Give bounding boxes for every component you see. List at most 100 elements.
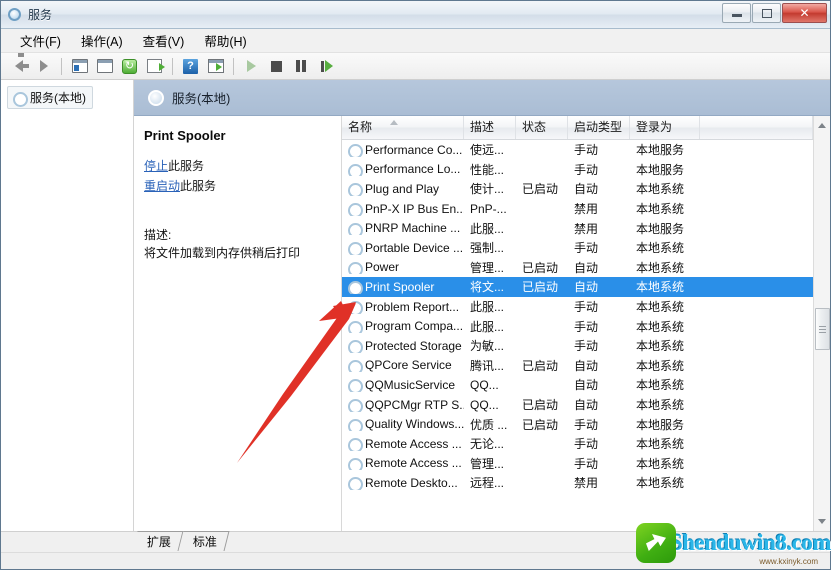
services-gear-icon: [148, 89, 164, 106]
properties-button[interactable]: [93, 55, 116, 77]
service-gear-icon: [347, 320, 363, 334]
cell-log-on-as: 本地系统: [636, 378, 685, 393]
description-text: 将文件加载到内存供稍后打印: [144, 246, 301, 260]
cell-log-on-as: 本地系统: [636, 280, 685, 295]
cell-log-on-as: 本地系统: [636, 358, 685, 373]
cell-startup-type: 禁用: [574, 476, 599, 491]
table-row[interactable]: Program Compa... 此服... 手动 本地系统: [342, 316, 813, 336]
tab-standard[interactable]: 标准: [178, 531, 230, 551]
forward-button[interactable]: [18, 53, 55, 77]
service-gear-icon: [347, 222, 363, 236]
service-gear-icon: [347, 241, 363, 255]
maximize-button[interactable]: [752, 3, 781, 23]
service-gear-icon: [347, 359, 363, 373]
cell-log-on-as: 本地系统: [636, 260, 685, 275]
cell-startup-type: 手动: [574, 162, 599, 177]
restart-service-link[interactable]: 重启动: [144, 179, 180, 193]
table-row[interactable]: Remote Access ... 无论... 手动 本地系统: [342, 434, 813, 454]
table-row[interactable]: QPCore Service 腾讯... 已启动 自动 本地系统: [342, 356, 813, 376]
cell-log-on-as: 本地系统: [636, 300, 685, 315]
table-row[interactable]: Problem Report... 此服... 手动 本地系统: [342, 297, 813, 317]
service-gear-icon: [347, 143, 363, 157]
menu-action[interactable]: 操作(A): [72, 28, 132, 53]
restart-service-icon: [320, 60, 333, 72]
tree-item-services-local[interactable]: 服务(本地): [7, 86, 93, 109]
table-row[interactable]: Plug and Play 使计... 已启动 自动 本地系统: [342, 179, 813, 199]
stop-service-row: 停止此服务: [144, 157, 331, 174]
cell-name: QQPCMgr RTP S...: [342, 398, 464, 412]
cell-status: 已启动: [522, 417, 559, 432]
show-action-pane-button[interactable]: [204, 55, 227, 77]
pane-title: 服务(本地): [172, 92, 231, 106]
sort-ascending-icon: [390, 120, 398, 125]
close-button[interactable]: ✕: [782, 3, 827, 23]
menu-file[interactable]: 文件(F): [11, 28, 70, 53]
table-row[interactable]: QQMusicService QQ... 自动 本地系统: [342, 375, 813, 395]
cell-name: Quality Windows...: [342, 417, 464, 432]
pane-body: Print Spooler 停止此服务 重启动此服务 描述: 将文件加载到内存供…: [134, 116, 830, 531]
cell-log-on-as: 本地系统: [636, 398, 685, 413]
start-service-button[interactable]: [240, 55, 263, 77]
col-startup-type[interactable]: 启动类型: [568, 116, 630, 139]
scrollbar-track[interactable]: [814, 133, 830, 514]
table-header-row: 名称 描述 状态 启动类型 登录为: [342, 116, 813, 140]
service-name-label: Program Compa...: [365, 319, 464, 334]
back-icon: [14, 60, 29, 72]
vertical-scrollbar[interactable]: [813, 116, 830, 531]
table-row[interactable]: Quality Windows... 优质 ... 已启动 手动 本地服务: [342, 414, 813, 434]
console-tree: 服务(本地): [1, 80, 134, 531]
table-row[interactable]: Portable Device ... 强制... 手动 本地系统: [342, 238, 813, 258]
table-row[interactable]: Performance Lo... 性能... 手动 本地服务: [342, 160, 813, 180]
stop-service-button[interactable]: [265, 55, 288, 77]
table-row[interactable]: PnP-X IP Bus En... PnP-... 禁用 本地系统: [342, 199, 813, 219]
export-list-button[interactable]: [143, 55, 166, 77]
table-row[interactable]: QQPCMgr RTP S... QQ... 已启动 自动 本地系统: [342, 395, 813, 415]
refresh-icon: ↻: [122, 58, 137, 74]
col-status[interactable]: 状态: [516, 116, 568, 139]
stop-service-link[interactable]: 停止: [144, 159, 168, 173]
restart-service-button[interactable]: [315, 55, 338, 77]
cell-name: QQMusicService: [342, 378, 464, 392]
show-hide-tree-button[interactable]: [68, 55, 91, 77]
table-row[interactable]: Protected Storage 为敏... 手动 本地系统: [342, 336, 813, 356]
table-row[interactable]: Remote Access ... 管理... 手动 本地系统: [342, 454, 813, 474]
menu-view[interactable]: 查看(V): [134, 28, 194, 53]
table-row[interactable]: PNRP Machine ... 此服... 禁用 本地服务: [342, 218, 813, 238]
table-row[interactable]: Remote Deskto... 远程... 禁用 本地系统: [342, 473, 813, 493]
minimize-button[interactable]: [722, 3, 751, 23]
cell-name: Problem Report...: [342, 300, 464, 314]
service-name-label: Protected Storage: [365, 338, 462, 353]
cell-description: 性能...: [470, 162, 505, 177]
service-gear-icon: [347, 418, 363, 432]
refresh-button[interactable]: ↻: [118, 55, 141, 77]
scroll-down-button[interactable]: [815, 514, 830, 529]
table-row[interactable]: Power 管理... 已启动 自动 本地系统: [342, 258, 813, 278]
cell-name: QPCore Service: [342, 358, 464, 373]
scroll-up-button[interactable]: [815, 118, 830, 133]
service-name-label: Remote Access ...: [365, 436, 462, 451]
tree-item-label: 服务(本地): [30, 91, 86, 105]
service-gear-icon: [347, 437, 363, 451]
cell-log-on-as: 本地系统: [636, 476, 685, 491]
back-button[interactable]: [7, 55, 30, 77]
service-name-label: PNRP Machine ...: [365, 221, 461, 236]
tab-extended[interactable]: 扩展: [132, 531, 184, 551]
cell-name: Remote Access ...: [342, 437, 464, 451]
cell-startup-type: 手动: [574, 339, 599, 354]
services-window: 服务 ✕ 文件(F) 操作(A) 查看(V) 帮助(H) ↻ ? 服务(本地) …: [0, 0, 831, 570]
cell-description: 此服...: [470, 300, 505, 315]
service-detail-panel: Print Spooler 停止此服务 重启动此服务 描述: 将文件加载到内存供…: [134, 116, 341, 531]
scrollbar-thumb[interactable]: [814, 308, 830, 350]
col-name[interactable]: 名称: [342, 116, 464, 139]
toolbar-separator-3: [233, 57, 234, 75]
cell-name: Plug and Play: [342, 182, 464, 196]
pause-service-button[interactable]: [290, 55, 313, 77]
menu-help[interactable]: 帮助(H): [195, 28, 255, 53]
col-description[interactable]: 描述: [464, 116, 516, 139]
table-row[interactable]: Print Spooler 将文... 已启动 自动 本地系统: [342, 277, 813, 297]
cell-description: 无论...: [470, 437, 505, 452]
cell-description: 优质 ...: [470, 417, 508, 432]
help-button[interactable]: ?: [179, 55, 202, 77]
table-row[interactable]: Performance Co... 使远... 手动 本地服务: [342, 140, 813, 160]
col-log-on-as[interactable]: 登录为: [630, 116, 700, 139]
